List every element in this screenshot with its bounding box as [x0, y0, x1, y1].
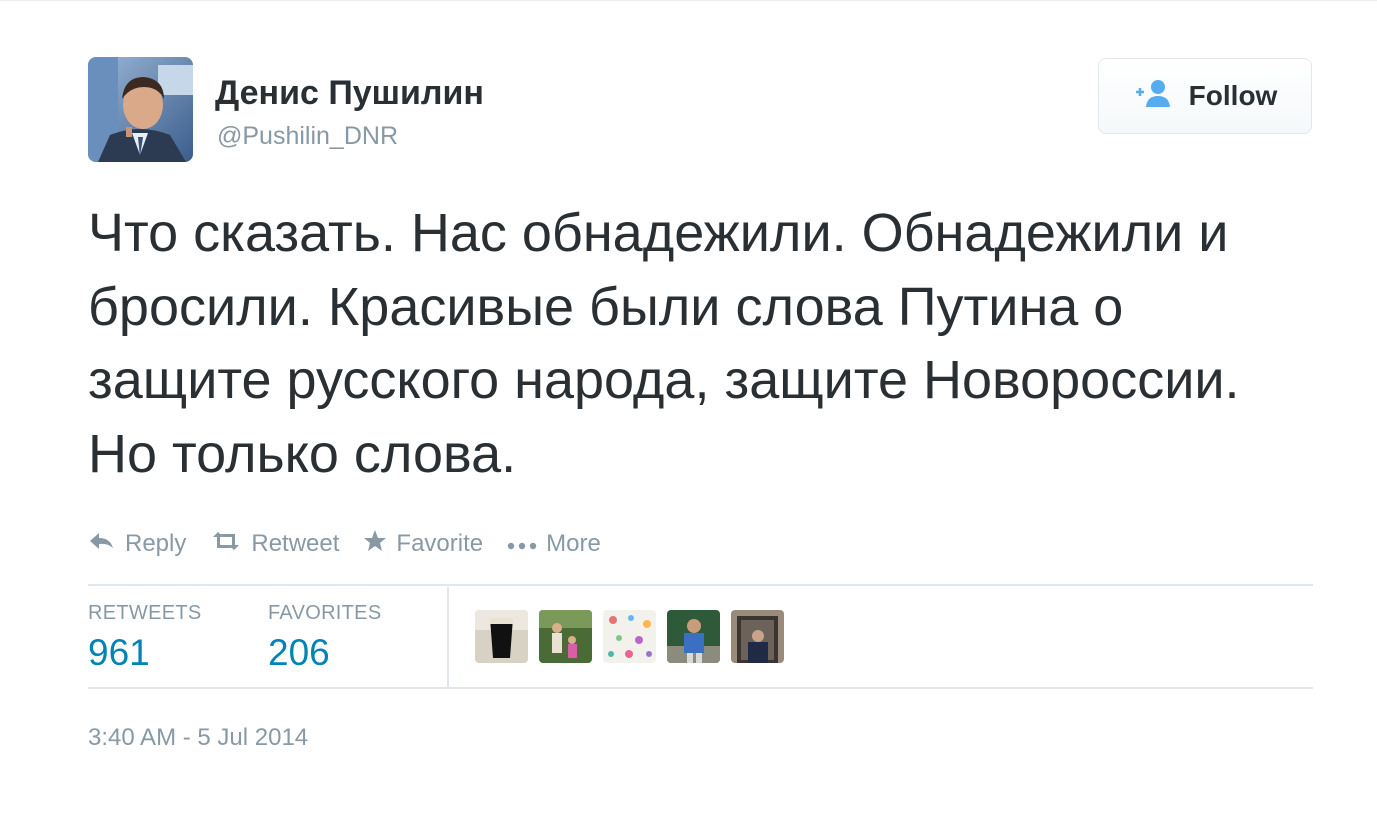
stats-divider-bottom — [88, 687, 1313, 689]
reply-button[interactable]: Reply — [88, 530, 186, 558]
tweet-timestamp[interactable]: 3:40 AM - 5 Jul 2014 — [88, 723, 308, 753]
favoriter-avatar[interactable] — [731, 610, 784, 663]
follow-button[interactable]: Follow — [1098, 58, 1312, 134]
more-label: More — [546, 530, 601, 557]
favoriter-avatar[interactable] — [603, 610, 656, 663]
tweet-text: Что сказать. Нас обнадежили. Обнадежили … — [88, 203, 1240, 484]
more-dots-icon — [507, 530, 537, 558]
avatar-image — [88, 57, 193, 162]
author-handle[interactable]: @Pushilin_DNR — [217, 121, 398, 151]
stats-separator — [447, 587, 449, 687]
favorite-label: Favorite — [396, 530, 484, 557]
favoriter-avatar[interactable] — [475, 610, 528, 663]
reply-icon — [88, 530, 116, 558]
retweet-button[interactable]: Retweet — [210, 530, 339, 558]
author-name[interactable]: Денис Пушилин — [215, 73, 484, 113]
retweet-label: Retweet — [251, 530, 340, 557]
favorites-count: 206 — [268, 632, 330, 673]
retweets-label: RETWEETS — [88, 602, 202, 624]
follow-label: Follow — [1188, 80, 1278, 111]
favoriter-avatar[interactable] — [667, 610, 720, 663]
favorites-stat[interactable]: FAVORITES 206 — [268, 601, 381, 677]
favorite-button[interactable]: Favorite — [363, 529, 483, 560]
tweet-card: Денис Пушилин @Pushilin_DNR Follow Что с… — [0, 0, 1377, 815]
favoriters-avatars — [475, 610, 784, 663]
reply-label: Reply — [125, 530, 187, 557]
retweets-count: 961 — [88, 632, 150, 673]
favorites-label: FAVORITES — [268, 602, 382, 624]
add-user-icon — [1133, 79, 1175, 114]
stats-divider-top — [88, 584, 1313, 586]
retweet-icon — [210, 530, 242, 558]
retweets-stat[interactable]: RETWEETS 961 — [88, 601, 202, 677]
favoriter-avatar[interactable] — [539, 610, 592, 663]
author-avatar[interactable] — [88, 57, 193, 162]
tweet-actions: Reply Retweet Favorite More — [88, 527, 625, 561]
more-button[interactable]: More — [507, 530, 601, 558]
star-icon — [363, 529, 387, 560]
